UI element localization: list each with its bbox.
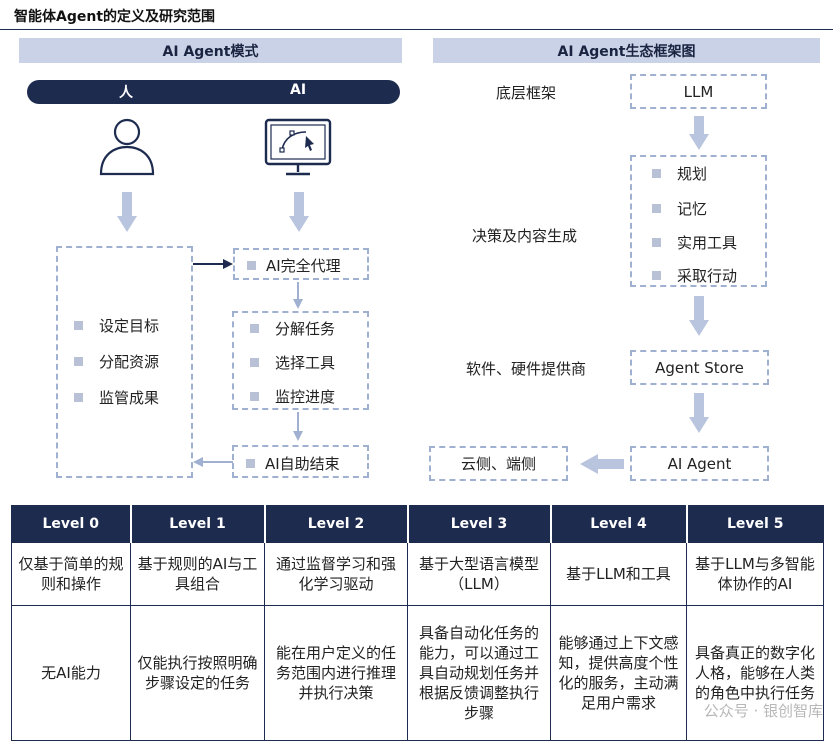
basis-cell: 基于LLM与多智能体协作的AI <box>686 542 824 606</box>
human-item-label: 监管成果 <box>99 389 160 407</box>
basis-cell: 基于LLM和工具 <box>550 542 687 606</box>
ai-step-item: 选择工具 <box>250 352 335 373</box>
decision-item: 记忆 <box>652 198 707 219</box>
down-arrow-human <box>117 192 137 232</box>
level-header: Level 2 <box>264 505 409 543</box>
llm-box: LLM <box>630 74 767 109</box>
ai-step-label: 监控进度 <box>275 388 336 406</box>
role-ai-label: AI <box>290 82 307 98</box>
layer-base-label: 底层框架 <box>496 84 557 102</box>
llm-label: LLM <box>683 82 714 101</box>
level-header: Level 4 <box>550 505 688 543</box>
arrow-down-small <box>293 412 303 441</box>
bullet-square-icon <box>652 271 661 280</box>
table-row-basis: 仅基于简单的规则和操作 基于规则的AI与工具组合 通过监督学习和强化学习驱动 基… <box>11 542 824 606</box>
capability-cell: 能够通过上下文感知，提供高度个性化的服务，主动满足用户需求 <box>550 605 687 741</box>
human-item-label: 分配资源 <box>99 353 160 371</box>
ai-step-item: 分解任务 <box>250 318 335 339</box>
role-pill <box>27 80 400 104</box>
human-item: 分配资源 <box>74 351 159 372</box>
watermark: 公众号 · 银创智库 <box>703 702 823 720</box>
bullet-square-icon <box>652 169 661 178</box>
decision-item: 实用工具 <box>652 232 737 253</box>
capability-cell: 能在用户定义的任务范围内进行推理并执行决策 <box>264 605 408 741</box>
left-arrow-agent <box>580 454 624 474</box>
arrow-down-small <box>293 282 303 309</box>
human-item: 监管成果 <box>74 387 159 408</box>
left-heading-text: AI Agent模式 <box>162 43 259 60</box>
table-header-row: Level 0 Level 1 Level 2 Level 3 Level 4 … <box>11 505 824 543</box>
ai-step-item: 监控进度 <box>250 386 335 407</box>
agent-store-box: Agent Store <box>630 350 769 385</box>
ai-agent-box: AI Agent <box>630 446 769 481</box>
bullet-square-icon <box>652 238 661 247</box>
decision-item-label: 记忆 <box>677 200 708 218</box>
capability-cell: 具备自动化任务的能力，可以通过工具自动规划任务并根据反馈调整执行步骤 <box>407 605 551 741</box>
ai-step-label: 分解任务 <box>275 320 336 338</box>
basis-cell: 通过监督学习和强化学习驱动 <box>264 542 408 606</box>
cloud-edge-box: 云侧、端侧 <box>429 446 568 481</box>
down-arrow-decision <box>689 296 709 336</box>
person-icon <box>99 118 155 176</box>
table-row-capability: 无AI能力 仅能执行按照明确步骤设定的任务 能在用户定义的任务范围内进行推理并执… <box>11 605 824 741</box>
down-arrow-ai <box>289 192 309 232</box>
human-item-label: 设定目标 <box>99 317 160 335</box>
bullet-square-icon <box>250 358 259 367</box>
level-header: Level 3 <box>407 505 552 543</box>
role-human-label: 人 <box>119 85 133 101</box>
layer-provider-label: 软件、硬件提供商 <box>466 360 587 378</box>
decision-item-label: 实用工具 <box>677 234 738 252</box>
page-title: 智能体Agent的定义及研究范围 <box>14 9 216 25</box>
bullet-square-icon <box>250 324 259 333</box>
layer-decision-label: 决策及内容生成 <box>472 227 578 245</box>
basis-cell: 基于规则的AI与工具组合 <box>130 542 265 606</box>
basis-cell: 仅基于简单的规则和操作 <box>11 542 131 606</box>
left-section-heading: AI Agent模式 <box>19 38 402 63</box>
title-divider <box>0 29 833 30</box>
monitor-ai-icon <box>264 118 332 176</box>
ai-takeover-item: AI完全代理 <box>247 255 341 276</box>
bullet-square-icon <box>246 459 255 468</box>
level-header: Level 5 <box>686 505 824 543</box>
bullet-square-icon <box>74 357 83 366</box>
right-heading-text: AI Agent生态框架图 <box>557 43 696 60</box>
bullet-square-icon <box>250 392 259 401</box>
capability-cell: 仅能执行按照明确步骤设定的任务 <box>130 605 265 741</box>
decision-item-label: 规划 <box>677 165 708 183</box>
down-arrow-llm <box>689 116 709 150</box>
decision-item-label: 采取行动 <box>677 267 738 285</box>
agent-store-label: Agent Store <box>655 358 744 377</box>
ai-step-label: 选择工具 <box>275 354 336 372</box>
cloud-edge-label: 云侧、端侧 <box>460 455 536 473</box>
down-arrow-store <box>689 393 709 433</box>
basis-cell: 基于大型语言模型（LLM） <box>407 542 551 606</box>
decision-item: 采取行动 <box>652 265 737 286</box>
human-item: 设定目标 <box>74 315 159 336</box>
ai-takeover-label: AI完全代理 <box>266 257 341 275</box>
capability-cell: 无AI能力 <box>11 605 131 741</box>
arrow-left-to-human <box>193 457 233 467</box>
ai-end-label: AI自助结束 <box>265 455 340 473</box>
bullet-square-icon <box>74 393 83 402</box>
ai-agent-label: AI Agent <box>667 454 732 473</box>
arrow-right-to-ai <box>193 259 233 269</box>
right-section-heading: AI Agent生态框架图 <box>433 38 820 63</box>
decision-item: 规划 <box>652 163 707 184</box>
level-header: Level 1 <box>130 505 266 543</box>
bullet-square-icon <box>652 204 661 213</box>
bullet-square-icon <box>74 321 83 330</box>
bullet-square-icon <box>247 261 256 270</box>
ai-end-item: AI自助结束 <box>246 453 340 474</box>
agent-level-table: Level 0 Level 1 Level 2 Level 3 Level 4 … <box>11 505 824 741</box>
level-header: Level 0 <box>11 505 132 543</box>
